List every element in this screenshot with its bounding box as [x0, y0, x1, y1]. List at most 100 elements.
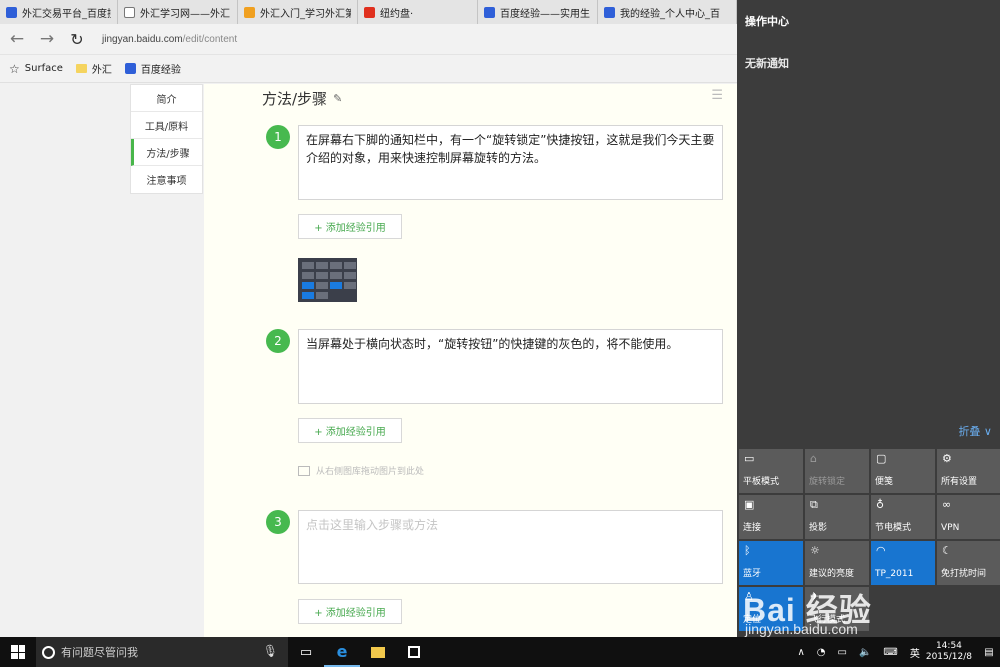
- battery-saver-icon: ♁: [876, 498, 885, 511]
- thumb-tile: [302, 262, 314, 269]
- paw-icon: [124, 63, 136, 74]
- airplane-icon: ✈: [810, 590, 820, 603]
- add-reference-button[interactable]: + 添加经验引用: [298, 214, 402, 239]
- favorite-folder-waihui[interactable]: 外汇: [75, 61, 112, 76]
- connect-icon: ▣: [744, 498, 755, 511]
- nav-item-intro[interactable]: 简介: [131, 85, 202, 112]
- nav-item-tools[interactable]: 工具/原料: [131, 112, 202, 139]
- store-button[interactable]: [396, 637, 432, 667]
- tile-vpn[interactable]: ∞ VPN: [937, 495, 1000, 539]
- ime-indicator[interactable]: 英: [910, 645, 920, 660]
- tile-tablet-mode[interactable]: ▭ 平板模式: [739, 449, 803, 493]
- thumb-tile: [316, 282, 328, 289]
- refresh-icon: ↻: [70, 29, 84, 49]
- tile-wifi[interactable]: ◠ TP_2011: [871, 541, 935, 585]
- folder-icon: [75, 64, 87, 73]
- chevron-up-icon[interactable]: ∧: [797, 647, 804, 658]
- cortana-icon: [42, 645, 55, 659]
- thumb-tile: [316, 272, 328, 279]
- action-center-panel: 操作中心 无新通知 折叠 ∨ ▭ 平板模式 ⌂ 旋转锁定 ▢ 便笺 ⚙ 所有设置 ▣ 连接…: [737, 0, 1000, 637]
- step-screenshot-thumbnail[interactable]: [298, 258, 357, 302]
- tile-airplane-mode[interactable]: ✈ 飞行模式: [805, 587, 869, 631]
- favorite-label: Surface: [24, 63, 63, 74]
- url-domain: jingyan.baidu.com: [102, 33, 183, 45]
- favorite-surface[interactable]: ☆ Surface: [9, 62, 63, 76]
- favorites-bar: ☆ Surface 外汇 百度经验: [0, 55, 737, 83]
- bluetooth-icon: ᛒ: [744, 544, 751, 557]
- volume-icon[interactable]: 🔈: [859, 647, 871, 658]
- pencil-icon[interactable]: ✎: [333, 92, 342, 105]
- vpn-icon: ∞: [942, 498, 952, 511]
- browser-tab[interactable]: 外汇交易平台_百度搜: [0, 0, 118, 24]
- tile-rotation-lock[interactable]: ⌂ 旋转锁定: [805, 449, 869, 493]
- battery-icon[interactable]: ▭: [838, 647, 847, 658]
- tablet-icon: ▭: [744, 452, 755, 465]
- section-title-text: 方法/步骤: [262, 90, 328, 108]
- tile-brightness[interactable]: ☼ 建议的亮度: [805, 541, 869, 585]
- folder-icon: [371, 646, 385, 658]
- favorite-baidu-jingyan[interactable]: 百度经验: [124, 61, 181, 76]
- thumb-tile: [330, 272, 342, 279]
- tile-connect[interactable]: ▣ 连接: [739, 495, 803, 539]
- forward-button[interactable]: →: [32, 24, 62, 54]
- list-view-icon[interactable]: ☰: [711, 88, 723, 103]
- file-explorer-button[interactable]: [360, 637, 396, 667]
- browser-tab-bar: 外汇交易平台_百度搜 外汇学习网——外汇 外汇入门_学习外汇第 纽约盘· 百度经…: [0, 0, 737, 24]
- cortana-search-box[interactable]: 有问题尽管问我 🎙: [36, 637, 288, 667]
- browser-tab[interactable]: 外汇入门_学习外汇第: [238, 0, 358, 24]
- page-content: 简介 工具/原料 方法/步骤 注意事项 方法/步骤 ✎ ☰ 1 在屏幕右下脚的通…: [0, 84, 737, 637]
- thumb-tile: [330, 282, 342, 289]
- step-number: 3: [266, 510, 290, 534]
- step-text-box-empty[interactable]: 点击这里输入步骤或方法: [298, 510, 723, 584]
- browser-tab[interactable]: 百度经验——实用生: [478, 0, 598, 24]
- keyboard-icon[interactable]: ⌨: [883, 647, 897, 658]
- baidu-paw-icon: [604, 6, 615, 18]
- section-nav: 简介 工具/原料 方法/步骤 注意事项: [130, 84, 203, 194]
- clock[interactable]: 14:54 2015/12/8: [926, 641, 972, 663]
- tile-project[interactable]: ⧉ 投影: [805, 495, 869, 539]
- system-tray: ∧ ◔ ▭ 🔈 ⌨ 英 14:54 2015/12/8 ▤: [791, 637, 1000, 667]
- favorite-label: 百度经验: [140, 65, 181, 76]
- task-view-icon: ▭: [299, 644, 313, 660]
- site-logo-icon: [364, 6, 375, 18]
- address-bar: ← → ↻ jingyan.baidu.com/edit/content: [0, 24, 737, 55]
- step-text-box[interactable]: 当屏幕处于横向状态时，“旋转按钮”的快捷键的灰色的，将不能使用。: [298, 329, 723, 404]
- section-title: 方法/步骤 ✎: [262, 88, 342, 109]
- network-icon[interactable]: ◔: [817, 647, 826, 658]
- add-reference-button[interactable]: + 添加经验引用: [298, 599, 402, 624]
- quick-action-tiles: ▭ 平板模式 ⌂ 旋转锁定 ▢ 便笺 ⚙ 所有设置 ▣ 连接 ⧉ 投影 ♁ 节电模式 ∞ VPN…: [739, 449, 1000, 631]
- tile-bluetooth[interactable]: ᛒ 蓝牙: [739, 541, 803, 585]
- url-field[interactable]: jingyan.baidu.com/edit/content: [102, 34, 237, 45]
- nav-item-steps[interactable]: 方法/步骤: [131, 139, 202, 166]
- clock-date: 2015/12/8: [925, 652, 972, 662]
- note-icon: ▢: [876, 452, 887, 465]
- baidu-paw-icon: [484, 6, 495, 18]
- refresh-button[interactable]: ↻: [62, 24, 92, 54]
- nav-item-notes[interactable]: 注意事项: [131, 166, 202, 193]
- edge-icon: e: [336, 641, 348, 661]
- tile-location[interactable]: ♙ 定位: [739, 587, 803, 631]
- tile-battery-saver[interactable]: ♁ 节电模式: [871, 495, 935, 539]
- step-text-box[interactable]: 在屏幕右下脚的通知栏中，有一个“旋转锁定”快捷按钮，这就是我们今天主要介绍的对象…: [298, 125, 723, 200]
- baidu-paw-icon: [6, 6, 17, 18]
- tile-quiet-hours[interactable]: ☾ 免打扰时间: [937, 541, 1000, 585]
- tile-note[interactable]: ▢ 便笺: [871, 449, 935, 493]
- task-view-button[interactable]: ▭: [288, 637, 324, 667]
- add-reference-button[interactable]: + 添加经验引用: [298, 418, 402, 443]
- thumb-tile: [302, 292, 314, 299]
- back-button[interactable]: ←: [2, 24, 32, 54]
- wifi-icon: ◠: [876, 544, 886, 557]
- browser-tab-active[interactable]: 我的经验_个人中心_百: [598, 0, 737, 24]
- notification-icon[interactable]: ▤: [978, 637, 1000, 667]
- microphone-icon[interactable]: 🎙: [263, 644, 278, 658]
- step-number: 2: [266, 329, 290, 353]
- browser-tab[interactable]: 外汇学习网——外汇: [118, 0, 238, 24]
- edge-taskbar-button[interactable]: e: [324, 637, 360, 667]
- url-path: /edit/content: [182, 33, 238, 45]
- browser-tab[interactable]: 纽约盘·: [358, 0, 478, 24]
- thumb-tile: [330, 262, 342, 269]
- tile-all-settings[interactable]: ⚙ 所有设置: [937, 449, 1000, 493]
- collapse-button[interactable]: 折叠 ∨: [958, 423, 992, 439]
- arrow-right-icon: →: [39, 29, 55, 49]
- start-button[interactable]: [0, 637, 36, 667]
